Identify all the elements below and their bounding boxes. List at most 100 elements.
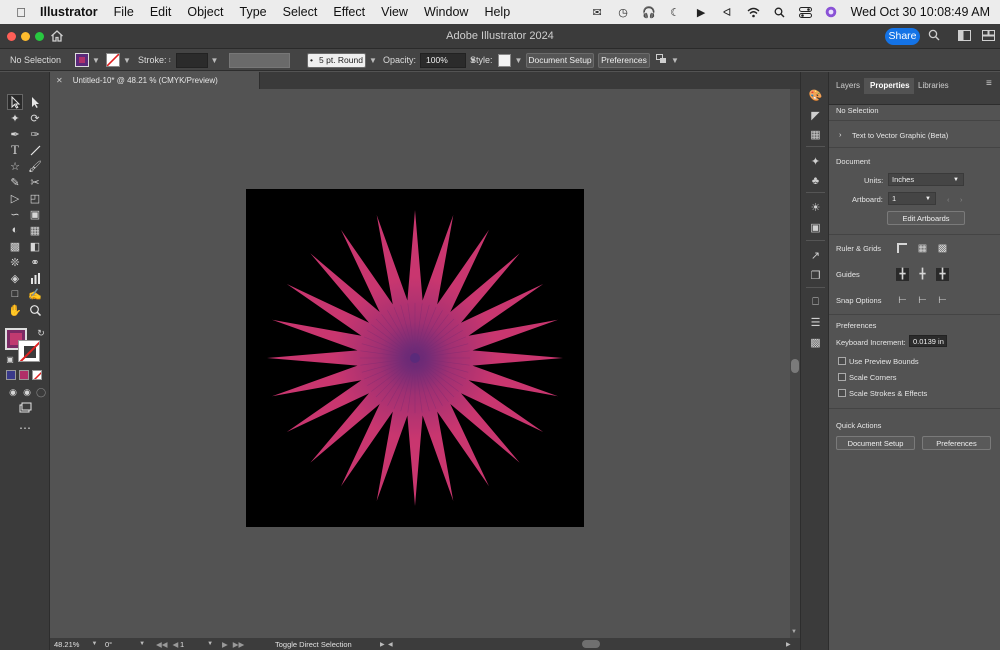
free-transform-tool-icon[interactable]: ▣ <box>27 206 43 222</box>
quick-action-document-setup-button[interactable]: Document Setup <box>836 436 915 450</box>
close-tab-icon[interactable]: ✕ <box>56 76 63 85</box>
scale-corners-label[interactable]: Scale Corners <box>849 373 897 382</box>
ruler-icon[interactable] <box>896 242 909 255</box>
pencil-tool-icon[interactable]: ✎ <box>7 174 23 190</box>
brush-definition-button[interactable]: • 5 pt. Round <box>307 52 366 68</box>
gradient-tool-icon[interactable]: ◧ <box>27 238 43 254</box>
bluetooth-icon[interactable]: ᐊ <box>721 6 734 19</box>
units-select[interactable]: Inches ▼ <box>888 173 964 186</box>
symbols-icon[interactable]: ♣ <box>808 173 823 188</box>
scroll-left-icon[interactable]: ◀ <box>388 638 393 650</box>
show-guides-icon[interactable]: ╋ <box>896 268 909 281</box>
chevron-right-icon[interactable]: › <box>839 130 842 139</box>
scale-corners-checkbox[interactable] <box>838 373 846 381</box>
pen-tool-icon[interactable]: ✒ <box>7 126 23 142</box>
default-fill-stroke-icon[interactable]: ▣ <box>2 351 18 367</box>
selection-tool-icon[interactable] <box>7 94 23 110</box>
brushes-icon[interactable]: ✦ <box>808 154 823 169</box>
smart-guides-icon[interactable]: ╋ <box>936 268 949 281</box>
zoom-tool-icon[interactable] <box>27 302 43 318</box>
previous-artboard-icon[interactable]: ◀ <box>173 640 179 649</box>
transparency-grid-icon[interactable]: ▩ <box>936 242 949 255</box>
arrange-documents-icon[interactable] <box>980 29 996 45</box>
perspective-grid-tool-icon[interactable]: ▦ <box>27 222 43 238</box>
siri-icon[interactable] <box>825 6 838 19</box>
grid-icon[interactable]: ▦ <box>916 242 929 255</box>
panel-menu-icon[interactable]: ≡ <box>986 78 992 89</box>
pathfinder-icon[interactable]: ▩ <box>808 335 823 350</box>
last-artboard-icon[interactable]: ▶▶ <box>233 640 245 649</box>
snap-to-glyph-icon[interactable]: ⊢ <box>936 294 949 307</box>
arrange-control[interactable]: ▼ <box>656 49 679 71</box>
menu-select[interactable]: Select <box>283 5 318 19</box>
chevron-down-icon[interactable]: ▼ <box>207 641 213 647</box>
previous-artboard-icon[interactable]: ‹ <box>947 195 950 204</box>
document-tab[interactable]: ✕ Untitled-10* @ 48.21 % (CMYK/Preview) <box>50 72 260 89</box>
scroll-right-icon[interactable]: ▶ <box>786 638 791 650</box>
snap-to-pixel-icon[interactable]: ⊢ <box>916 294 929 307</box>
control-center-icon[interactable] <box>798 6 812 19</box>
symbol-sprayer-tool-icon[interactable]: ◈ <box>7 270 23 286</box>
appearance-icon[interactable]: ☀ <box>808 200 823 215</box>
headphones-icon[interactable]: 🎧 <box>642 6 656 19</box>
scale-tool-icon[interactable]: ◰ <box>27 190 43 206</box>
tab-properties[interactable]: Properties <box>870 81 910 90</box>
chevron-down-icon[interactable]: ▼ <box>92 56 100 65</box>
starburst-artwork[interactable] <box>246 189 584 527</box>
swap-fill-stroke-icon[interactable]: ↻ <box>33 325 49 341</box>
stepper-icon[interactable]: ↕ <box>168 57 172 64</box>
vertical-scroll-thumb[interactable] <box>791 359 799 373</box>
shape-builder-tool-icon[interactable]: ◐ <box>7 222 23 238</box>
search-icon[interactable] <box>926 29 942 45</box>
artboard-select[interactable]: 1 ▼ <box>888 192 936 205</box>
transform-icon[interactable]: ⎕ <box>808 295 823 310</box>
chevron-down-icon[interactable]: ▼ <box>369 56 377 65</box>
menu-clock[interactable]: Wed Oct 30 10:08:49 AM <box>851 5 990 19</box>
direct-selection-tool-icon[interactable] <box>27 94 43 110</box>
warp-tool-icon[interactable]: ∽ <box>7 206 23 222</box>
reflect-tool-icon[interactable]: ▷ <box>7 190 23 206</box>
rotation-control[interactable]: 0° ▼ <box>105 638 145 650</box>
style-swatch[interactable] <box>497 53 511 67</box>
type-tool-icon[interactable]: T <box>7 142 23 158</box>
text-to-vector-label[interactable]: Text to Vector Graphic (Beta) <box>852 131 948 140</box>
layers-stack-icon[interactable]: ❐ <box>808 268 823 283</box>
menu-app-name[interactable]: Illustrator <box>40 5 98 19</box>
preferences-button[interactable]: Preferences <box>598 52 650 68</box>
curvature-tool-icon[interactable]: ✑ <box>27 126 43 142</box>
chevron-down-icon[interactable]: ▼ <box>953 177 959 183</box>
horizontal-scroll-thumb[interactable] <box>582 640 600 648</box>
chevron-down-icon[interactable]: ▼ <box>91 641 97 647</box>
chevron-down-icon[interactable]: ▼ <box>139 641 145 647</box>
edit-artboards-button[interactable]: Edit Artboards <box>887 211 965 225</box>
screen-mode-icon[interactable] <box>17 400 33 416</box>
menu-view[interactable]: View <box>381 5 408 19</box>
scale-strokes-checkbox[interactable] <box>838 389 846 397</box>
wifi-icon[interactable] <box>747 6 760 19</box>
scroll-down-icon[interactable]: ▼ <box>791 629 797 635</box>
paintbrush-tool-icon[interactable]: 🖌 <box>27 158 43 174</box>
snap-to-point-icon[interactable]: ⊢ <box>896 294 909 307</box>
lock-guides-icon[interactable]: ╋ <box>916 268 929 281</box>
color-panel-icon[interactable]: 🎨 <box>808 88 823 103</box>
slice-tool-icon[interactable]: ✍ <box>27 286 43 302</box>
menu-help[interactable]: Help <box>484 5 510 19</box>
align-icon[interactable]: ☰ <box>808 315 823 330</box>
chevron-down-icon[interactable]: ▼ <box>671 56 679 65</box>
play-icon[interactable]: ▶ <box>695 6 708 19</box>
chevron-down-icon[interactable]: ▼ <box>123 56 131 65</box>
apple-icon[interactable]:  <box>14 5 28 20</box>
mesh-tool-icon[interactable]: ▩ <box>7 238 23 254</box>
chevron-down-icon[interactable]: ▼ <box>925 196 931 202</box>
quick-action-preferences-button[interactable]: Preferences <box>922 436 991 450</box>
magic-wand-tool-icon[interactable]: ✦ <box>7 110 23 126</box>
gradient-mode-icon[interactable] <box>19 370 29 380</box>
chevron-down-icon[interactable]: ▼ <box>211 56 219 65</box>
artboard-number-control[interactable]: 1 ▼ <box>180 638 213 650</box>
focus-moon-icon[interactable]: ☾ <box>669 6 682 19</box>
tab-layers[interactable]: Layers <box>836 81 860 90</box>
eyedropper-tool-icon[interactable]: ❊ <box>7 254 23 270</box>
keyboard-increment-input[interactable]: 0.0139 in <box>909 335 947 347</box>
use-preview-bounds-checkbox[interactable] <box>838 357 846 365</box>
document-setup-button[interactable]: Document Setup <box>526 52 594 68</box>
